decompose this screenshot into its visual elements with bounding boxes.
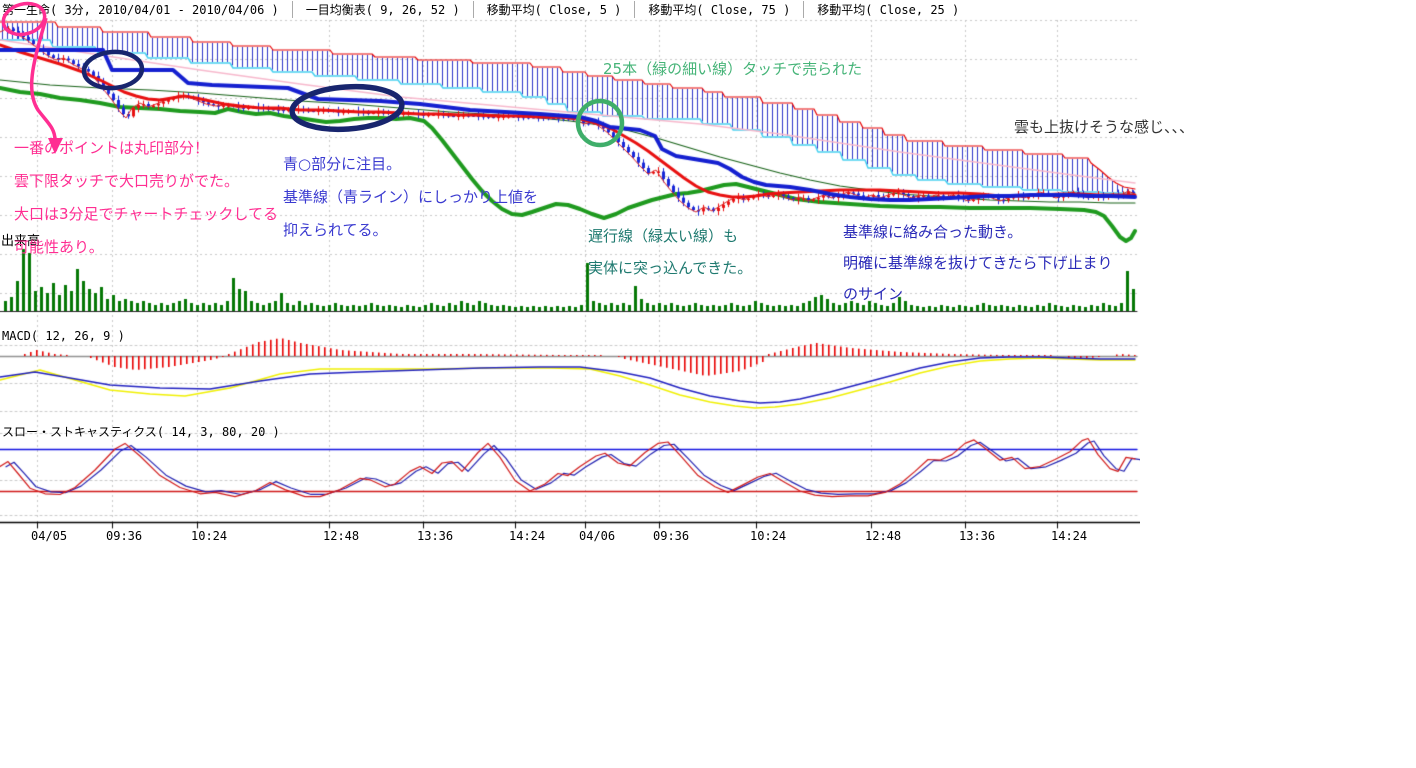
title-ma75: 移動平均( Close, 75 ) — [648, 1, 804, 18]
macd-label: MACD( 12, 26, 9 ) — [2, 329, 125, 343]
axis-tick-label: 12:48 — [323, 529, 359, 543]
axis-tick-label: 13:36 — [959, 529, 995, 543]
axis-tick-label: 04/06 — [579, 529, 615, 543]
pink-annotation-text: 一番のポイントは丸印部分！ 雲下限タッチで大口売りがでた。 大口は3分足でチャー… — [14, 132, 278, 264]
green-annotation-text: 25本（緑の細い線）タッチで売られた — [603, 58, 862, 79]
axis-tick-label: 14:24 — [1051, 529, 1087, 543]
axis-tick-label: 12:48 — [865, 529, 901, 543]
teal-annotation-text: 遅行線（緑太い線）も 実体に突っ込んできた。 — [588, 220, 752, 284]
chart-title: 第一生命( 3分, 2010/04/01 - 2010/04/06 ) 一目均衡表… — [2, 1, 985, 18]
title-ma5: 移動平均( Close, 5 ) — [487, 1, 636, 18]
axis-tick-label: 14:24 — [509, 529, 545, 543]
blue-right-annotation-text: 基準線に絡み合った動き。 明確に基準線を抜けてきたら下げ止まり のサイン — [843, 217, 1113, 310]
title-symbol: 第一生命( 3分, 2010/04/01 - 2010/04/06 ) — [2, 1, 293, 18]
axis-tick-label: 13:36 — [417, 529, 453, 543]
axis-tick-label: 09:36 — [653, 529, 689, 543]
chart-area: 第一生命( 3分, 2010/04/01 - 2010/04/06 ) 一目均衡表… — [0, 0, 1140, 550]
axis-tick-label: 10:24 — [191, 529, 227, 543]
axis-tick-label: 04/05 — [31, 529, 67, 543]
title-ma25: 移動平均( Close, 25 ) — [817, 1, 972, 18]
blue-center-annotation-text: 青○部分に注目。 基準線（青ライン）にしっかり上値を 抑えられてる。 — [283, 148, 538, 247]
chart-screenshot: 第一生命( 3分, 2010/04/01 - 2010/04/06 ) 一目均衡表… — [0, 0, 1416, 768]
black-annotation-text: 雲も上抜けそうな感じ、、、 — [1014, 116, 1194, 137]
stochastics-label: スロー・ストキャスティクス( 14, 3, 80, 20 ) — [2, 423, 280, 440]
title-ichimoku: 一目均衡表( 9, 26, 52 ) — [306, 1, 474, 18]
axis-tick-label: 10:24 — [750, 529, 786, 543]
axis-tick-label: 09:36 — [106, 529, 142, 543]
